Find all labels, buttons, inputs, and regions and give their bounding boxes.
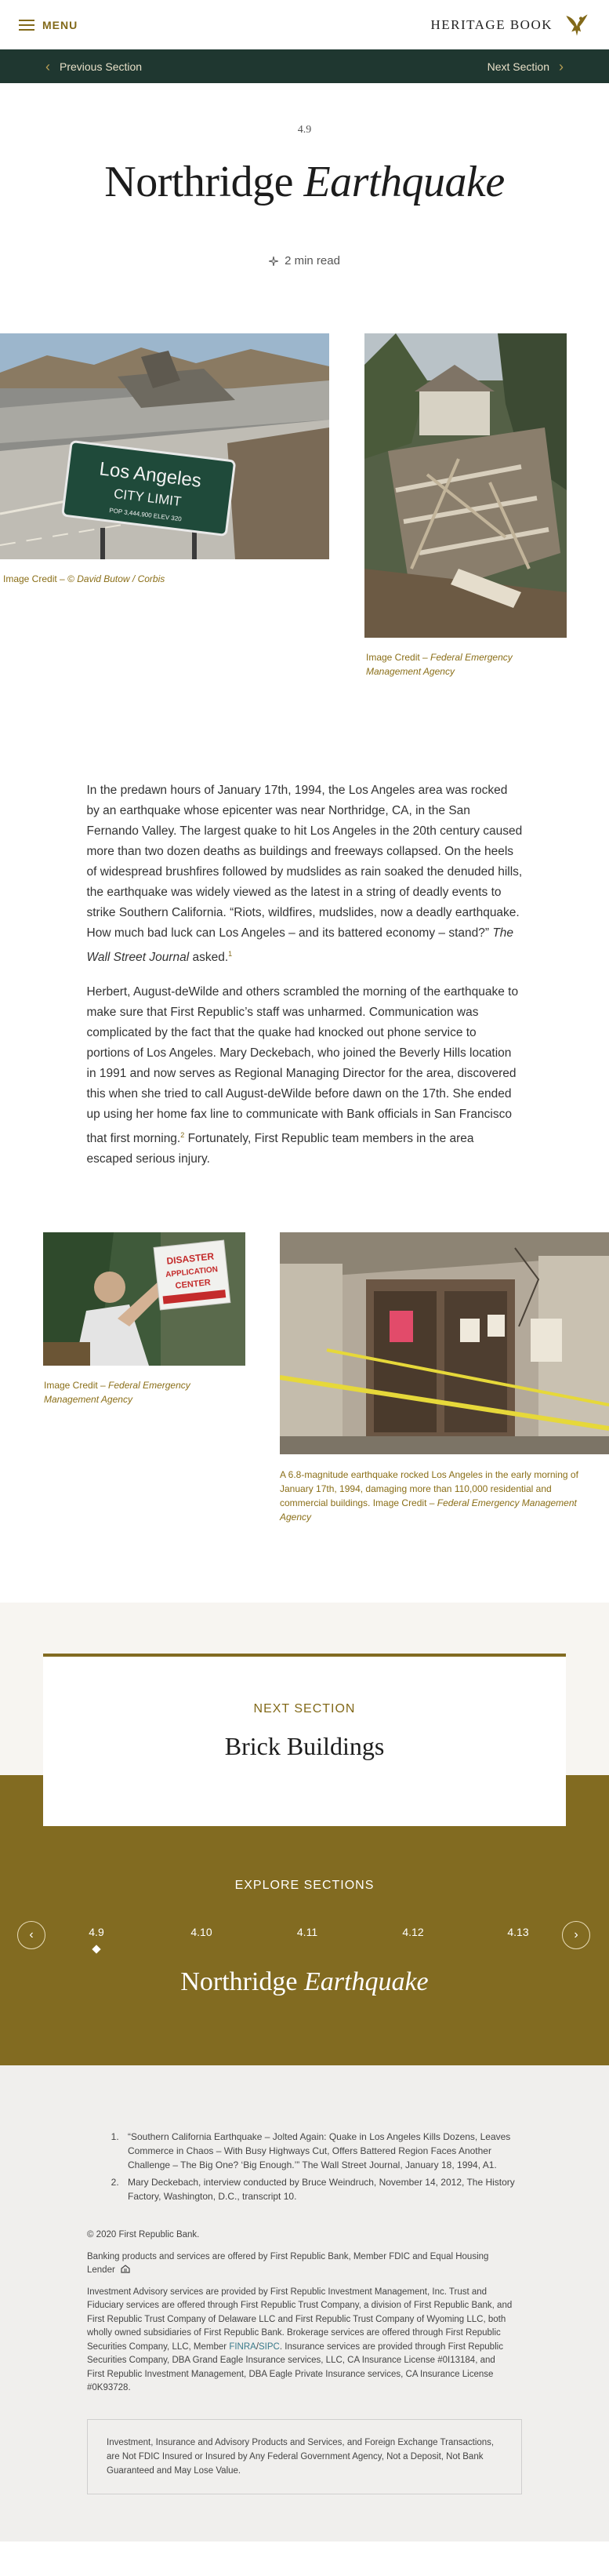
- article-paragraph-2: Herbert, August-deWilde and others scram…: [87, 982, 523, 1170]
- paragraph-1-end: asked.: [189, 951, 229, 965]
- freeway-photo-image: Los Angeles CITY LIMIT POP 3,444,900 ELE…: [0, 333, 329, 559]
- freeway-collapse-photo[interactable]: Los Angeles CITY LIMIT POP 3,444,900 ELE…: [0, 333, 329, 559]
- sparkle-icon: [269, 256, 279, 266]
- previous-section-link[interactable]: ‹ Previous Section: [45, 60, 142, 74]
- legal-text: © 2020 First Republic Bank. Banking prod…: [87, 2229, 514, 2396]
- house-photo-caption: Image Credit – Federal Emergency Managem…: [366, 650, 531, 679]
- disclaimer-box: Investment, Insurance and Advisory Produ…: [87, 2418, 522, 2494]
- carousel-next-button[interactable]: ›: [562, 1921, 590, 1950]
- top-bar: MENU HERITAGE BOOK: [0, 0, 609, 49]
- damaged-building-caption: A 6.8-magnitude earthquake rocked Los An…: [280, 1468, 593, 1524]
- next-and-explore: NEXT SECTION Brick Buildings EXPLORE SEC…: [0, 1603, 609, 2066]
- chapter-number: 4.9: [297, 124, 312, 136]
- active-diamond-icon: [92, 1945, 101, 1954]
- caption-prefix: Image Credit –: [44, 1380, 109, 1392]
- next-section-label: Next Section: [487, 60, 549, 73]
- footnote-2: Mary Deckebach, interview conducted by B…: [121, 2175, 517, 2203]
- eagle-icon: [566, 13, 588, 36]
- footer: “Southern California Earthquake – Jolted…: [0, 2065, 609, 2541]
- paragraph-2-text: Herbert, August-deWilde and others scram…: [86, 985, 519, 1146]
- explore-item-4-12[interactable]: 4.12: [397, 1926, 429, 1938]
- explore-sections-label: EXPLORE SECTIONS: [234, 1879, 375, 1893]
- article-paragraph-1: In the predawn hours of January 17th, 19…: [87, 780, 523, 968]
- chevron-left-icon: ‹: [29, 1928, 34, 1942]
- damaged-building-image: [280, 1232, 609, 1455]
- current-title-italic: Earthquake: [304, 1967, 429, 1997]
- explore-item-4-10[interactable]: 4.10: [186, 1926, 217, 1938]
- carousel-prev-button[interactable]: ‹: [17, 1921, 45, 1950]
- explore-item-label: 4.9: [89, 1926, 104, 1939]
- explore-item-label: 4.10: [190, 1926, 212, 1939]
- title-plain: Northridge: [104, 158, 293, 206]
- hamburger-icon: [19, 19, 34, 31]
- copyright: © 2020 First Republic Bank.: [87, 2230, 200, 2240]
- finra-link[interactable]: FINRA: [229, 2342, 256, 2352]
- banking-text: Banking products and services are offere…: [87, 2251, 489, 2276]
- equal-housing-icon: [121, 2265, 130, 2273]
- collapsed-house-photo[interactable]: [364, 333, 567, 638]
- menu-label: MENU: [42, 18, 78, 31]
- chevron-left-icon: ‹: [45, 58, 50, 75]
- explore-item-label: 4.13: [507, 1926, 529, 1939]
- paragraph-1-text: In the predawn hours of January 17th, 19…: [86, 784, 523, 940]
- read-time: 2 min read: [0, 254, 609, 267]
- explore-item-4-9[interactable]: 4.9: [81, 1926, 112, 1954]
- caption-credit: © David Butow / Corbis: [67, 573, 165, 584]
- article-body: In the predawn hours of January 17th, 19…: [87, 780, 523, 1170]
- explore-current-title[interactable]: Northridge Earthquake: [0, 1967, 609, 1997]
- brand-title: HERITAGE BOOK: [430, 16, 553, 32]
- footnote-1: “Southern California Earthquake – Jolted…: [121, 2130, 517, 2172]
- current-title-plain: Northridge: [180, 1967, 298, 1997]
- photo-gallery-top: Los Angeles CITY LIMIT POP 3,444,900 ELE…: [0, 333, 609, 710]
- title-italic: Earthquake: [303, 158, 505, 206]
- disaster-center-image: DISASTER APPLICATION CENTER: [43, 1232, 245, 1366]
- freeway-photo-caption: Image Credit – © David Butow / Corbis: [3, 572, 238, 586]
- banking-disclosure: Banking products and services are offere…: [87, 2250, 514, 2278]
- previous-section-label: Previous Section: [60, 60, 143, 73]
- explore-item-4-13[interactable]: 4.13: [502, 1926, 534, 1938]
- menu-button[interactable]: MENU: [19, 19, 78, 31]
- house-photo-image: [364, 333, 567, 638]
- chevron-right-icon: ›: [574, 1928, 578, 1942]
- damaged-building-photo[interactable]: [280, 1232, 609, 1455]
- footnotes-list: “Southern California Earthquake – Jolted…: [121, 2130, 517, 2203]
- sipc-link[interactable]: SIPC: [259, 2342, 280, 2352]
- explore-item-4-11[interactable]: 4.11: [292, 1926, 323, 1938]
- next-section-title: Brick Buildings: [224, 1732, 385, 1761]
- chevron-right-icon: ›: [559, 58, 564, 75]
- section-nav: ‹ Previous Section Next Section ›: [0, 49, 609, 83]
- explore-item-label: 4.11: [296, 1926, 318, 1939]
- page-title: Northridge Earthquake: [0, 157, 609, 207]
- investment-disclosure: Investment Advisory services are provide…: [87, 2286, 514, 2396]
- hero: 4.9 Northridge Earthquake 2 min read: [0, 83, 609, 267]
- explore-item-label: 4.12: [402, 1926, 424, 1939]
- footnote-ref-1[interactable]: 1: [228, 950, 232, 958]
- next-section-eyebrow: NEXT SECTION: [253, 1702, 356, 1716]
- disaster-center-photo[interactable]: DISASTER APPLICATION CENTER: [43, 1232, 245, 1366]
- caption-prefix: Image Credit –: [366, 652, 431, 663]
- read-time-text: 2 min read: [285, 254, 340, 267]
- brand[interactable]: HERITAGE BOOK: [430, 12, 590, 38]
- photo-gallery-bottom: DISASTER APPLICATION CENTER Image Credit…: [0, 1232, 609, 1570]
- caption-prefix: Image Credit –: [3, 573, 68, 584]
- next-section-card[interactable]: NEXT SECTION Brick Buildings: [43, 1654, 566, 1827]
- disaster-center-caption: Image Credit – Federal Emergency Managem…: [44, 1378, 208, 1406]
- explore-carousel: ‹ 4.9 4.10 4.11 4.12 4.13 ›: [0, 1918, 609, 1954]
- next-section-link[interactable]: Next Section ›: [488, 60, 564, 74]
